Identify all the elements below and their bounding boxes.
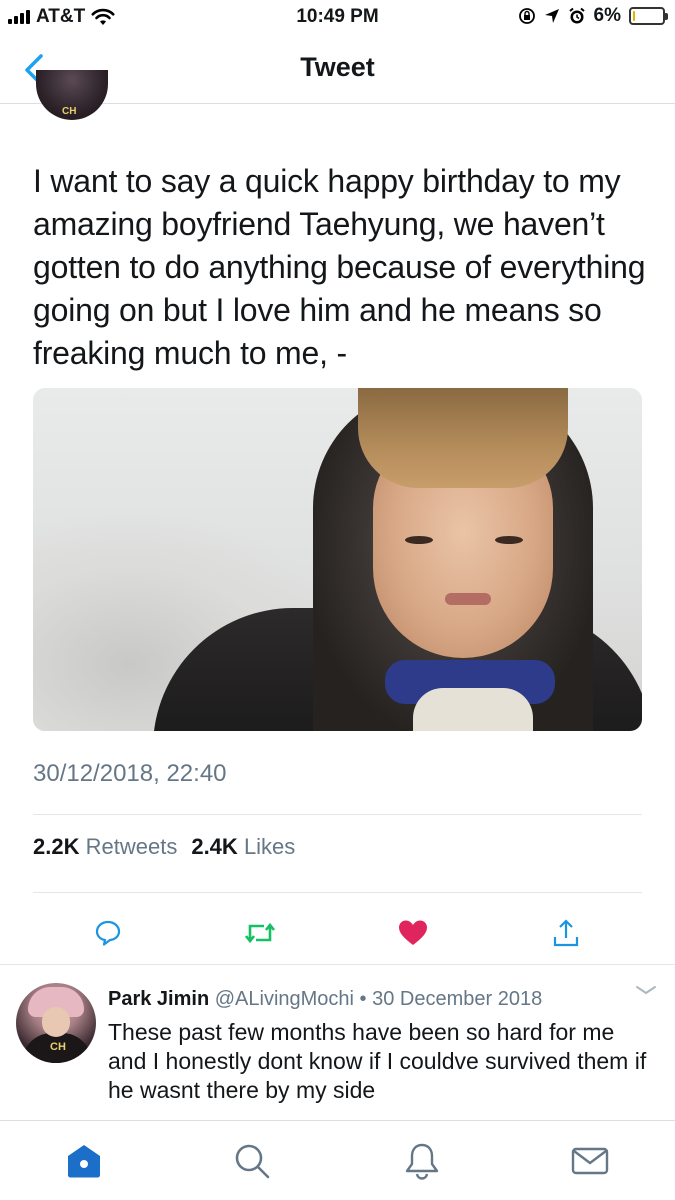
reply-menu-button[interactable] bbox=[633, 980, 659, 1000]
reply-separator: • bbox=[359, 988, 367, 1010]
tweet-text: I want to say a quick happy birthday to … bbox=[33, 163, 646, 371]
tab-home[interactable] bbox=[62, 1139, 106, 1183]
heart-icon bbox=[399, 920, 427, 945]
status-bar: AT&T 10:49 PM 6% bbox=[0, 0, 675, 36]
tweet-actions bbox=[0, 905, 675, 953]
divider bbox=[33, 814, 642, 815]
notifications-icon bbox=[405, 1143, 439, 1180]
retweets-stat[interactable]: 2.2K Retweets bbox=[33, 834, 177, 860]
retweets-label: Retweets bbox=[85, 834, 178, 859]
thread-separator bbox=[0, 964, 675, 965]
location-arrow-icon bbox=[544, 9, 559, 23]
share-icon bbox=[553, 919, 579, 947]
reply-text: These past few months have been so hard … bbox=[108, 1019, 647, 1103]
tab-messages[interactable] bbox=[568, 1139, 612, 1183]
battery-percent: 6% bbox=[593, 5, 621, 26]
reply-author-handle[interactable]: @ALivingMochi bbox=[215, 988, 354, 1010]
like-button[interactable] bbox=[393, 913, 433, 953]
chevron-down-icon bbox=[636, 986, 656, 995]
tweet-stats: 2.2K Retweets 2.4K Likes bbox=[33, 834, 295, 860]
likes-label: Likes bbox=[243, 834, 296, 859]
status-right: 6% bbox=[518, 5, 668, 27]
retweet-icon bbox=[244, 922, 276, 944]
rotation-lock-icon bbox=[518, 8, 535, 24]
reply-header: Park Jimin @ALivingMochi • 30 December 2… bbox=[108, 988, 542, 1011]
author-avatar[interactable]: CH bbox=[36, 70, 108, 120]
reply-avatar[interactable]: CH bbox=[16, 983, 96, 1063]
tab-notifications[interactable] bbox=[400, 1139, 444, 1183]
battery-fill bbox=[633, 11, 635, 21]
tweet-photo[interactable] bbox=[33, 388, 642, 731]
search-icon bbox=[235, 1144, 270, 1179]
divider bbox=[33, 892, 642, 893]
reply-author-name[interactable]: Park Jimin bbox=[108, 988, 209, 1010]
reply-bubble-icon bbox=[95, 920, 121, 946]
tab-search[interactable] bbox=[230, 1139, 274, 1183]
messages-icon bbox=[571, 1147, 609, 1175]
tweet-timestamp: 30/12/2018, 22:40 bbox=[33, 760, 227, 787]
reply-button[interactable] bbox=[88, 913, 128, 953]
likes-count: 2.4K bbox=[191, 834, 238, 859]
reply-date: 30 December 2018 bbox=[372, 988, 543, 1010]
share-button[interactable] bbox=[546, 913, 586, 953]
battery-icon bbox=[629, 7, 668, 25]
alarm-icon bbox=[568, 7, 585, 24]
home-icon bbox=[68, 1145, 100, 1178]
retweets-count: 2.2K bbox=[33, 834, 80, 859]
tab-bar bbox=[0, 1120, 675, 1200]
retweet-button[interactable] bbox=[240, 913, 280, 953]
likes-stat[interactable]: 2.4K Likes bbox=[191, 834, 295, 860]
